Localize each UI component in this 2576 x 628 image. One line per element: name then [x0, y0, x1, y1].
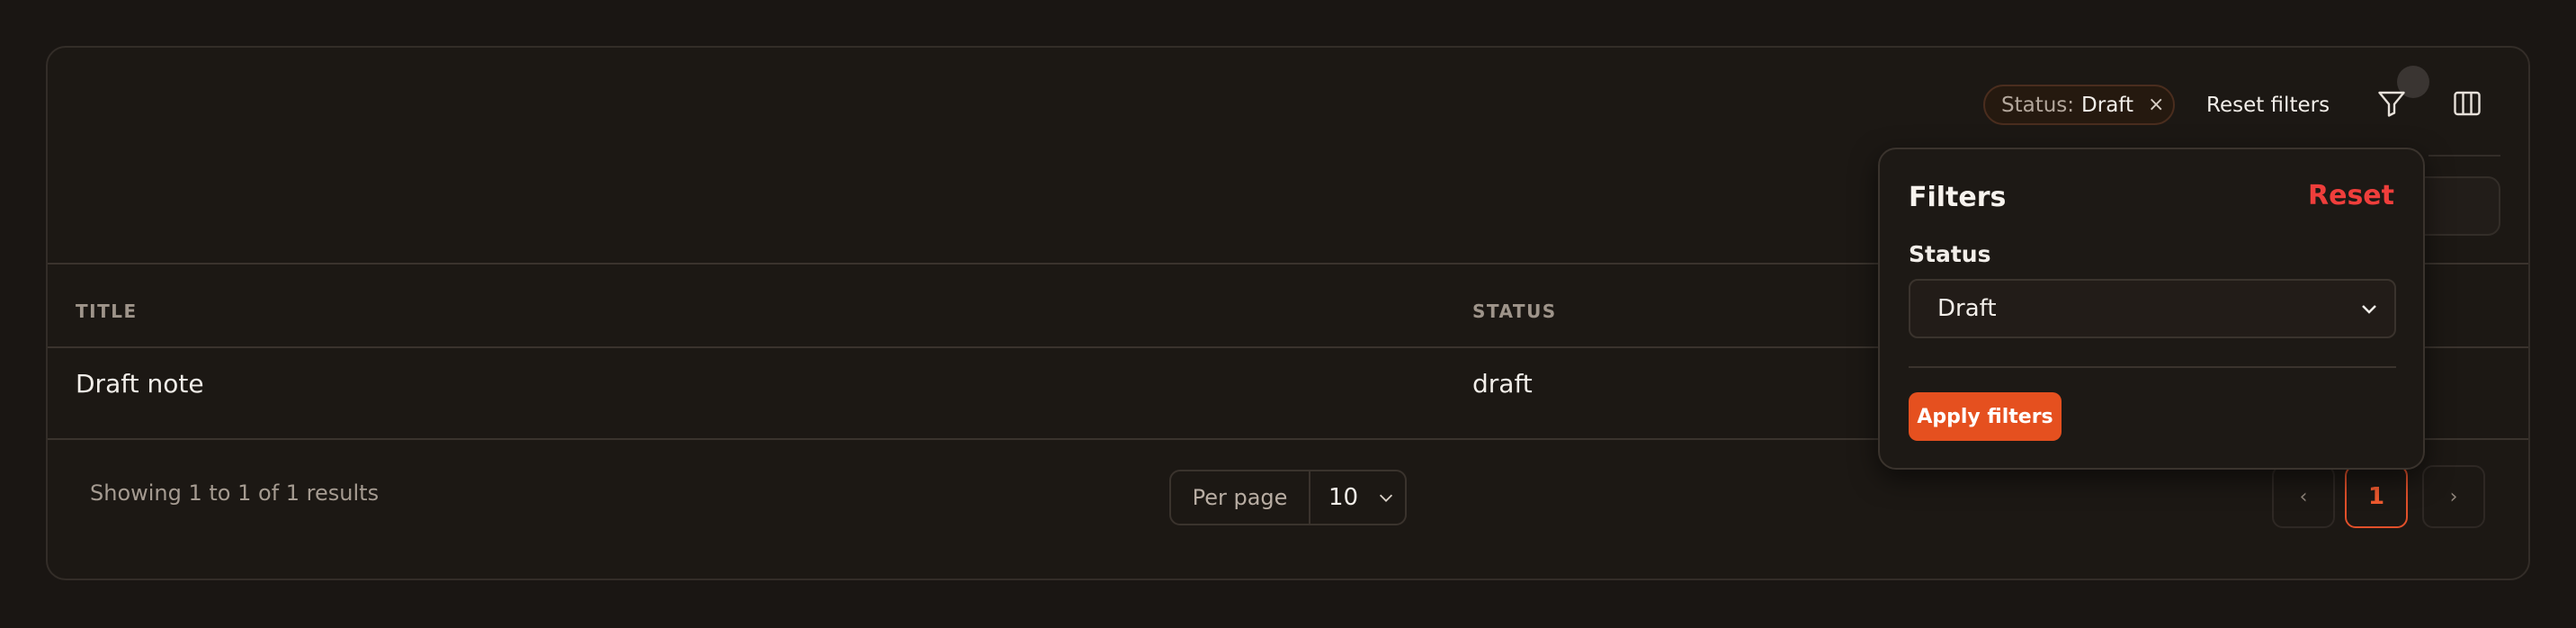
per-page-value: 10 — [1328, 484, 1359, 511]
filters-popover: Filters Reset Status Draft Apply filters — [1878, 148, 2425, 470]
per-page-value-wrapper[interactable]: 10 — [1310, 484, 1396, 511]
row-status-cell: draft — [1472, 369, 1533, 399]
filter-chip-key: Status: — [2001, 93, 2075, 117]
columns-toggle-button[interactable] — [2447, 84, 2487, 123]
pagination-next-button[interactable]: › — [2422, 465, 2485, 528]
toolbar-divider — [2428, 155, 2500, 157]
row-title-cell[interactable]: Draft note — [76, 369, 204, 399]
filter-toggle-button[interactable] — [2372, 84, 2411, 123]
pagination-prev-button[interactable]: ‹ — [2272, 465, 2335, 528]
per-page-select[interactable]: Per page 10 — [1169, 470, 1407, 525]
column-header-status[interactable]: STATUS — [1472, 301, 1557, 322]
column-header-title[interactable]: TITLE — [76, 301, 138, 322]
funnel-icon — [2378, 91, 2405, 117]
filters-reset-link[interactable]: Reset — [2308, 180, 2394, 211]
active-filter-chip: Status: Draft × — [1983, 85, 2175, 125]
results-summary: Showing 1 to 1 of 1 results — [90, 480, 380, 506]
popover-divider — [1909, 366, 2396, 368]
status-filter-label: Status — [1909, 241, 1991, 267]
columns-icon — [2454, 91, 2481, 116]
app-frame: Status: Draft × Reset filters TITLE STAT… — [0, 0, 2576, 628]
status-filter-value: Draft — [1937, 295, 1997, 322]
filters-popover-title: Filters — [1909, 182, 2007, 213]
remove-filter-icon[interactable]: × — [2148, 94, 2164, 116]
per-page-label: Per page — [1171, 471, 1310, 524]
apply-filters-button[interactable]: Apply filters — [1909, 392, 2062, 441]
filter-chip-value: Draft — [2081, 93, 2134, 117]
reset-filters-link[interactable]: Reset filters — [2206, 87, 2330, 123]
chevron-down-icon — [1380, 494, 1393, 502]
status-filter-select[interactable]: Draft — [1909, 279, 2396, 338]
pagination-page-1[interactable]: 1 — [2345, 465, 2408, 528]
chevron-down-icon — [2362, 305, 2376, 314]
